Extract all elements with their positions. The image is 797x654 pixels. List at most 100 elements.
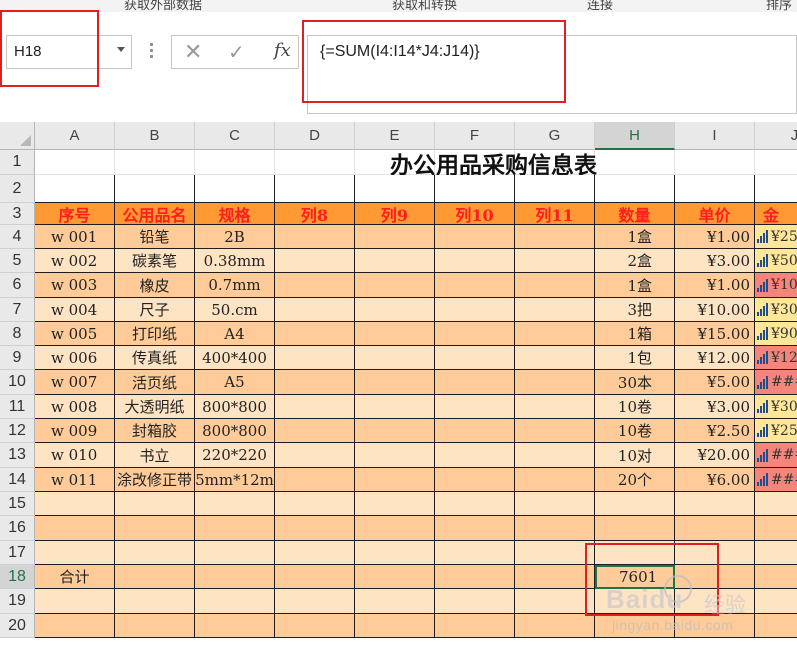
cell-empty[interactable] bbox=[515, 565, 595, 589]
cell-empty[interactable] bbox=[355, 298, 435, 322]
cell-empty[interactable] bbox=[355, 443, 435, 468]
cell-item-name[interactable]: 铅笔 bbox=[115, 225, 195, 249]
cell-empty[interactable] bbox=[275, 565, 355, 589]
cell-empty[interactable] bbox=[355, 614, 435, 638]
cell-empty[interactable] bbox=[195, 541, 275, 565]
cell-item-price[interactable]: ¥3.00 bbox=[675, 249, 755, 273]
cell-empty[interactable] bbox=[275, 516, 355, 541]
cell-empty[interactable] bbox=[435, 370, 515, 395]
row-header-20[interactable]: 20 bbox=[0, 614, 35, 638]
cell-empty[interactable] bbox=[115, 565, 195, 589]
cell-item-price[interactable]: ¥3.00 bbox=[675, 395, 755, 419]
cell-empty[interactable] bbox=[755, 541, 797, 565]
cell-r2[interactable] bbox=[195, 175, 275, 203]
cell-item-price[interactable]: ¥10.00 bbox=[675, 298, 755, 322]
cell-item-price[interactable]: ¥15.00 bbox=[675, 322, 755, 346]
cell-empty[interactable] bbox=[355, 273, 435, 298]
row-header-1[interactable]: 1 bbox=[0, 150, 35, 175]
cell-empty[interactable] bbox=[515, 346, 595, 370]
cell-item-qty[interactable]: 10卷 bbox=[595, 395, 675, 419]
header-id[interactable]: 序号 bbox=[35, 203, 115, 225]
cell-empty[interactable] bbox=[355, 516, 435, 541]
cell-empty[interactable] bbox=[435, 443, 515, 468]
cell-empty[interactable] bbox=[515, 225, 595, 249]
cell-item-qty[interactable]: 20个 bbox=[595, 468, 675, 492]
cell-empty[interactable] bbox=[275, 419, 355, 443]
cell-empty[interactable] bbox=[35, 492, 115, 516]
column-header-i[interactable]: I bbox=[675, 122, 755, 150]
cell-empty[interactable] bbox=[515, 516, 595, 541]
cell-empty[interactable] bbox=[755, 565, 797, 589]
cell-item-amount[interactable]: ¥90 bbox=[755, 322, 797, 346]
cell-item-name[interactable]: 大透明纸 bbox=[115, 395, 195, 419]
cell-empty[interactable] bbox=[275, 395, 355, 419]
cell-item-name[interactable]: 尺子 bbox=[115, 298, 195, 322]
cell-item-spec[interactable]: 800*800 bbox=[195, 419, 275, 443]
cell-empty[interactable] bbox=[355, 589, 435, 614]
cell-empty[interactable] bbox=[435, 468, 515, 492]
cell-empty[interactable] bbox=[515, 492, 595, 516]
cell-empty[interactable] bbox=[195, 614, 275, 638]
cell-empty[interactable] bbox=[755, 589, 797, 614]
cell-item-spec[interactable]: 800*800 bbox=[195, 395, 275, 419]
cell-empty[interactable] bbox=[675, 614, 755, 638]
cell-r1[interactable] bbox=[595, 150, 675, 175]
cell-empty[interactable] bbox=[275, 468, 355, 492]
cell-empty[interactable] bbox=[435, 225, 515, 249]
cell-item-price[interactable]: ¥20.00 bbox=[675, 443, 755, 468]
formula-text[interactable]: {=SUM(I4:I14*J4:J14)} bbox=[320, 43, 480, 61]
check-icon[interactable]: ✓ bbox=[228, 40, 245, 65]
header-amount[interactable]: 金 bbox=[755, 203, 797, 225]
cell-empty[interactable] bbox=[755, 614, 797, 638]
cell-item-qty[interactable]: 2盒 bbox=[595, 249, 675, 273]
cell-empty[interactable] bbox=[595, 516, 675, 541]
header-col10[interactable]: 列10 bbox=[435, 203, 515, 225]
cell-item-spec[interactable]: A4 bbox=[195, 322, 275, 346]
cell-item-name[interactable]: 封箱胶 bbox=[115, 419, 195, 443]
header-price[interactable]: 单价 bbox=[675, 203, 755, 225]
cell-item-amount[interactable]: ¥25 bbox=[755, 419, 797, 443]
cell-empty[interactable] bbox=[515, 322, 595, 346]
cell-empty[interactable] bbox=[275, 614, 355, 638]
header-col8[interactable]: 列8 bbox=[275, 203, 355, 225]
cell-empty[interactable] bbox=[515, 614, 595, 638]
cell-empty[interactable] bbox=[435, 492, 515, 516]
cell-item-price[interactable]: ¥5.00 bbox=[675, 370, 755, 395]
cell-item-price[interactable]: ¥12.00 bbox=[675, 346, 755, 370]
cell-r2[interactable] bbox=[435, 175, 515, 203]
cell-item-amount[interactable]: ¥30 bbox=[755, 298, 797, 322]
cell-empty[interactable] bbox=[275, 225, 355, 249]
name-box-value[interactable]: H18 bbox=[14, 43, 42, 60]
cell-empty[interactable] bbox=[275, 541, 355, 565]
cell-item-id[interactable]: w 004 bbox=[35, 298, 115, 322]
cell-item-name[interactable]: 书立 bbox=[115, 443, 195, 468]
cell-empty[interactable] bbox=[355, 468, 435, 492]
cell-empty[interactable] bbox=[35, 541, 115, 565]
cell-empty[interactable] bbox=[275, 492, 355, 516]
cell-item-amount[interactable]: ### bbox=[755, 370, 797, 395]
cell-r2[interactable] bbox=[595, 175, 675, 203]
cell-empty[interactable] bbox=[675, 516, 755, 541]
select-all-corner[interactable] bbox=[0, 122, 35, 150]
cell-item-spec[interactable]: 400*400 bbox=[195, 346, 275, 370]
row-header-3[interactable]: 3 bbox=[0, 203, 35, 225]
column-header-j[interactable]: J bbox=[755, 122, 797, 150]
cell-empty[interactable] bbox=[435, 419, 515, 443]
header-spec[interactable]: 规格 bbox=[195, 203, 275, 225]
cell-empty[interactable] bbox=[275, 443, 355, 468]
cell-item-id[interactable]: w 010 bbox=[35, 443, 115, 468]
row-header-4[interactable]: 4 bbox=[0, 225, 35, 249]
cell-empty[interactable] bbox=[275, 370, 355, 395]
cell-item-id[interactable]: w 001 bbox=[35, 225, 115, 249]
cell-item-id[interactable]: w 002 bbox=[35, 249, 115, 273]
column-header-d[interactable]: D bbox=[275, 122, 355, 150]
header-col9[interactable]: 列9 bbox=[355, 203, 435, 225]
cell-empty[interactable] bbox=[195, 565, 275, 589]
column-header-c[interactable]: C bbox=[195, 122, 275, 150]
cell-empty[interactable] bbox=[355, 565, 435, 589]
chevron-down-icon[interactable] bbox=[117, 47, 125, 52]
cell-empty[interactable] bbox=[275, 589, 355, 614]
cell-empty[interactable] bbox=[435, 249, 515, 273]
cell-item-id[interactable]: w 005 bbox=[35, 322, 115, 346]
row-header-15[interactable]: 15 bbox=[0, 492, 35, 516]
